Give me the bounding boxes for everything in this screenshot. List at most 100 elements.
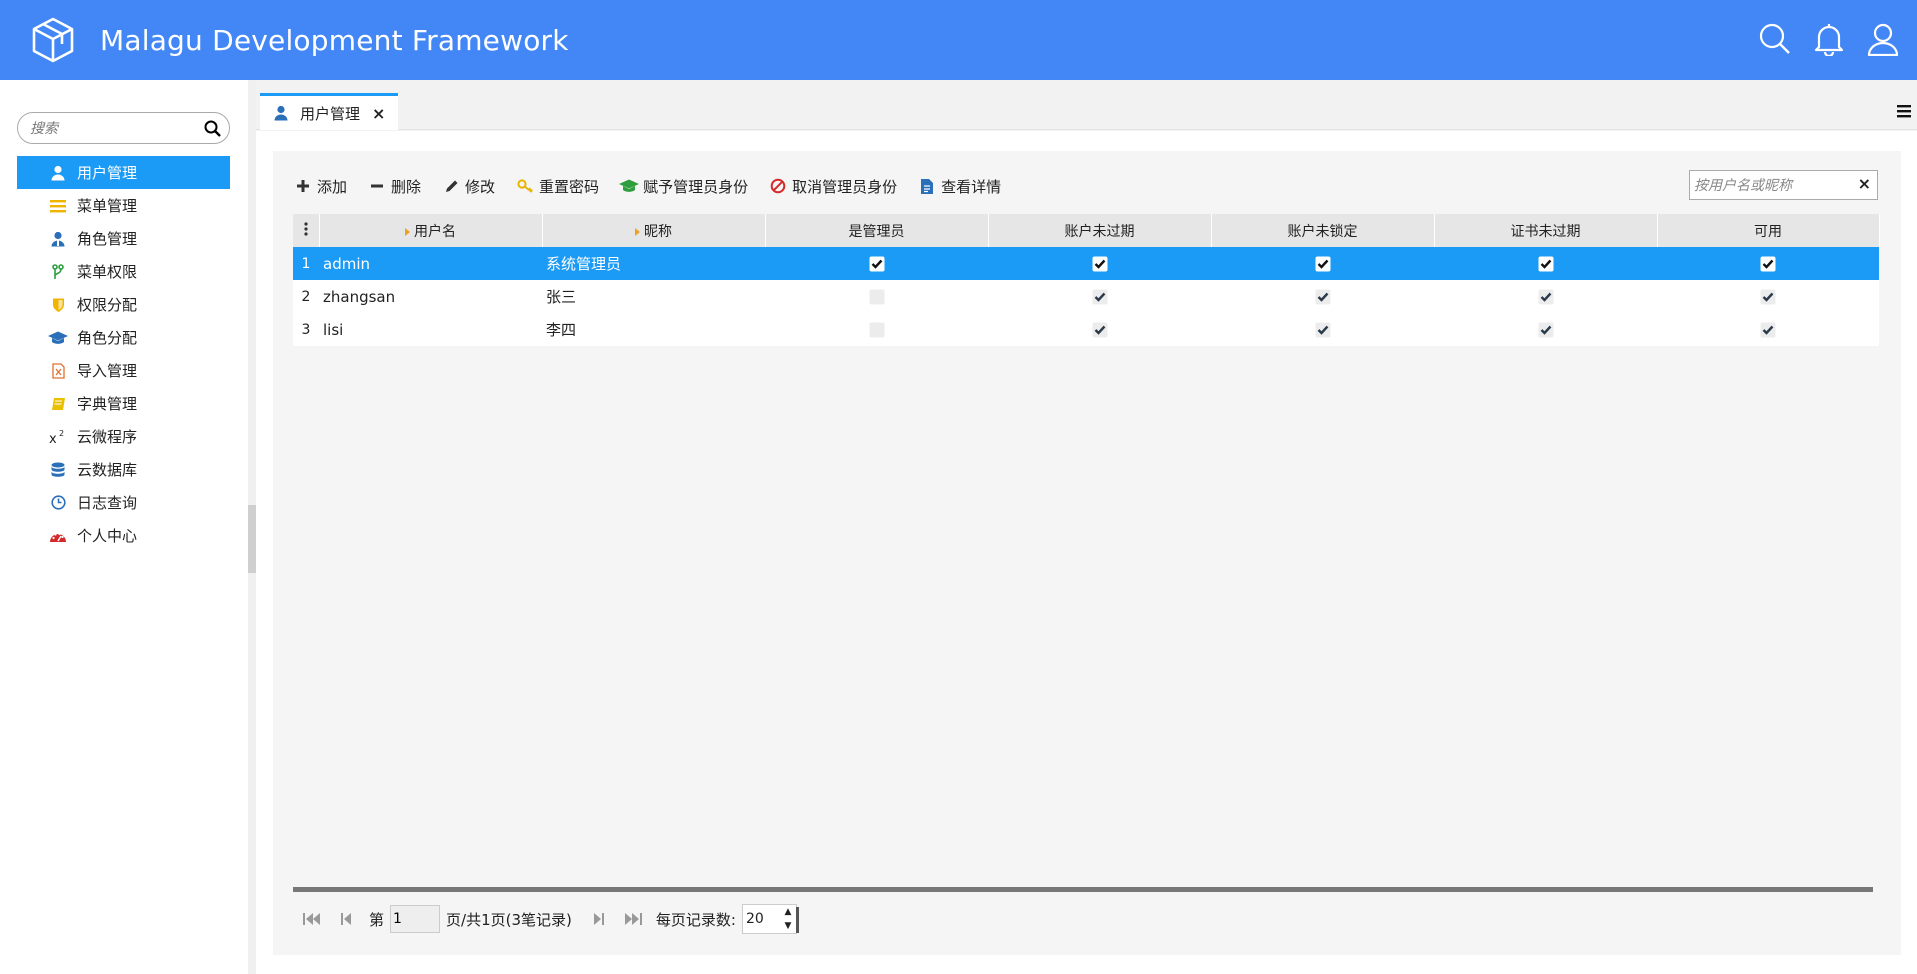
bell-icon[interactable] — [1811, 20, 1847, 58]
chevron-down-icon[interactable]: ▼ — [782, 921, 794, 931]
sidebar-search-input[interactable] — [30, 119, 190, 139]
nickname-cell[interactable]: 李四 — [542, 313, 765, 346]
vertical-ellipsis-icon[interactable] — [303, 221, 309, 236]
last-page-icon[interactable] — [622, 908, 644, 930]
cred-not-expired-cell[interactable] — [1434, 247, 1657, 280]
checkbox-checked-icon[interactable] — [1538, 322, 1554, 338]
is-admin-cell[interactable] — [765, 280, 988, 313]
page-number-input[interactable] — [390, 905, 441, 933]
not-expired-cell[interactable] — [988, 313, 1211, 346]
pagination: 第 页/共1页(3笔记录) 每页记录数: 20 ▲ ▼ — [301, 903, 799, 935]
checkbox-checked-icon[interactable] — [1315, 322, 1331, 338]
revoke-admin-button[interactable]: 取消管理员身份 — [768, 176, 897, 197]
filter-input[interactable] — [1694, 176, 1844, 196]
delete-button[interactable]: 删除 — [367, 176, 421, 197]
checkbox-checked-icon[interactable] — [1315, 289, 1331, 305]
column-menu[interactable] — [293, 214, 320, 247]
checkbox-checked-icon[interactable] — [869, 256, 885, 272]
add-button[interactable]: 添加 — [293, 176, 347, 197]
checkbox-checked-icon[interactable] — [1760, 256, 1776, 272]
page-size-value[interactable]: 20 — [746, 911, 764, 927]
tab-user-management[interactable]: 用户管理 × — [260, 93, 398, 130]
not-expired-cell[interactable] — [988, 280, 1211, 313]
column-header-enabled[interactable]: 可用 — [1657, 214, 1880, 247]
checkbox-unchecked-icon[interactable] — [869, 289, 885, 305]
sidebar-item-role-management[interactable]: 角色管理 — [17, 222, 230, 255]
table-row[interactable]: 1 admin 系统管理员 — [293, 247, 1879, 280]
first-page-icon[interactable] — [301, 908, 323, 930]
sidebar-search[interactable] — [17, 112, 230, 144]
grant-admin-button[interactable]: 赋予管理员身份 — [619, 176, 748, 197]
search-icon[interactable] — [1757, 20, 1793, 58]
cred-not-expired-cell[interactable] — [1434, 280, 1657, 313]
chevron-up-icon[interactable]: ▲ — [782, 907, 794, 917]
is-admin-cell[interactable] — [765, 313, 988, 346]
sidebar-item-user-management[interactable]: 用户管理 — [17, 156, 230, 189]
enabled-cell[interactable] — [1657, 280, 1879, 313]
sidebar-item-role-assign[interactable]: 角色分配 — [17, 321, 230, 354]
cred-not-expired-cell[interactable] — [1434, 313, 1657, 346]
nickname-cell[interactable]: 系统管理员 — [542, 247, 765, 280]
sidebar-item-log-query[interactable]: 日志查询 — [17, 486, 230, 519]
column-header-cred-not-expired[interactable]: 证书未过期 — [1434, 214, 1658, 247]
checkbox-checked-icon[interactable] — [1092, 289, 1108, 305]
reset-password-label: 重置密码 — [539, 177, 600, 196]
scrollbar-thumb[interactable] — [248, 505, 256, 573]
not-locked-cell[interactable] — [1211, 247, 1434, 280]
sidebar-item-permission-assign[interactable]: 权限分配 — [17, 288, 230, 321]
column-header-nickname[interactable]: 昵称 — [542, 214, 766, 247]
is-admin-cell[interactable] — [765, 247, 988, 280]
header-actions — [1757, 20, 1901, 58]
checkbox-checked-icon[interactable] — [1760, 322, 1776, 338]
hamburger-menu-icon[interactable] — [1895, 102, 1913, 120]
sidebar-item-cloud-database[interactable]: 云数据库 — [17, 453, 230, 486]
enabled-cell[interactable] — [1657, 247, 1879, 280]
page-size-spinner[interactable]: 20 ▲ ▼ — [741, 904, 799, 934]
sidebar-item-import-management[interactable]: 导入管理 — [17, 354, 230, 387]
sidebar-item-menu-permission[interactable]: 菜单权限 — [17, 255, 230, 288]
spinner-arrows[interactable]: ▲ ▼ — [782, 907, 794, 931]
main-content: 添加 删除 修改 重置密码 赋予管理员身份 取消管理员身份 查看详情 按用户名或… — [256, 131, 1917, 974]
superscript-icon: x2 — [48, 427, 68, 447]
grid-horizontal-scrollbar[interactable] — [293, 887, 1873, 892]
sidebar-item-cloud-micro-program[interactable]: x2 云微程序 — [17, 420, 230, 453]
not-locked-cell[interactable] — [1211, 313, 1434, 346]
enabled-cell[interactable] — [1657, 313, 1879, 346]
reset-password-button[interactable]: 重置密码 — [515, 176, 599, 197]
search-icon[interactable] — [203, 119, 223, 139]
user-icon[interactable] — [1865, 20, 1901, 58]
filter-box[interactable]: × — [1689, 170, 1878, 200]
edit-button[interactable]: 修改 — [441, 176, 495, 197]
checkbox-unchecked-icon[interactable] — [869, 322, 885, 338]
next-page-icon[interactable] — [588, 908, 610, 930]
table-row[interactable]: 3 lisi 李四 — [293, 313, 1879, 346]
not-expired-cell[interactable] — [988, 247, 1211, 280]
not-locked-cell[interactable] — [1211, 280, 1434, 313]
nickname-cell[interactable]: 张三 — [542, 280, 765, 313]
table-row[interactable]: 2 zhangsan 张三 — [293, 280, 1879, 313]
checkbox-checked-icon[interactable] — [1092, 322, 1108, 338]
checkbox-checked-icon[interactable] — [1315, 256, 1331, 272]
delete-button-label: 删除 — [391, 177, 422, 196]
column-header-not-locked[interactable]: 账户未锁定 — [1211, 214, 1435, 247]
pencil-icon — [441, 176, 461, 196]
column-header-is-admin[interactable]: 是管理员 — [765, 214, 989, 247]
username-cell[interactable]: zhangsan — [319, 280, 542, 313]
sidebar-item-personal-center[interactable]: 个人中心 — [17, 519, 230, 552]
sidebar-item-dictionary-management[interactable]: 字典管理 — [17, 387, 230, 420]
sidebar-item-menu-management[interactable]: 菜单管理 — [17, 189, 230, 222]
checkbox-checked-icon[interactable] — [1538, 256, 1554, 272]
checkbox-checked-icon[interactable] — [1538, 289, 1554, 305]
checkbox-checked-icon[interactable] — [1092, 256, 1108, 272]
checkbox-checked-icon[interactable] — [1760, 289, 1776, 305]
sidebar-scrollbar[interactable] — [248, 80, 256, 974]
view-details-button[interactable]: 查看详情 — [917, 176, 1001, 197]
column-header-username[interactable]: 用户名 — [319, 214, 543, 247]
clear-filter-icon[interactable]: × — [1858, 174, 1871, 193]
close-icon[interactable]: × — [372, 104, 385, 123]
username-cell[interactable]: admin — [319, 247, 542, 280]
graduation-cap-icon — [48, 328, 68, 348]
previous-page-icon[interactable] — [335, 908, 357, 930]
column-header-not-expired[interactable]: 账户未过期 — [988, 214, 1212, 247]
username-cell[interactable]: lisi — [319, 313, 542, 346]
